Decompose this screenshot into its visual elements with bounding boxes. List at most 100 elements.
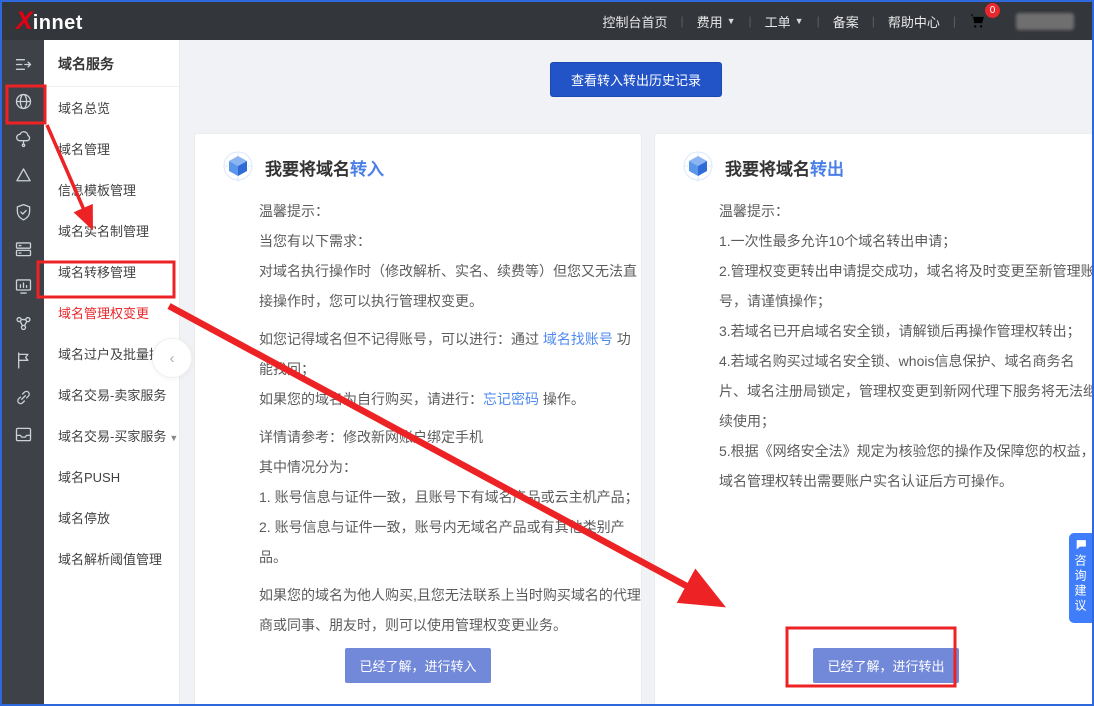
text-segment: 当您有以下需求：	[259, 233, 371, 249]
monitor-stats-icon	[13, 276, 34, 297]
text-line: 域名管理权转出需要账户实名认证后方可操作。	[719, 466, 1092, 496]
text-line: 对域名执行操作时（修改解析、实名、续费等）但您又无法直	[259, 256, 621, 286]
text-segment: 3.若域名已开启域名安全锁，请解锁后再操作管理权转出；	[719, 323, 1081, 339]
text-line: 4.若域名购买过域名安全锁、whois信息保护、域名商务名	[719, 346, 1092, 376]
sidebar-item-域名转移管理[interactable]: 域名转移管理	[44, 251, 179, 292]
text-segment: 其中情况分为：	[259, 459, 357, 475]
sidebar-item-域名管理[interactable]: 域名管理	[44, 128, 179, 169]
consult-suggestion-tab[interactable]: 咨询建议	[1069, 533, 1092, 623]
text-line: 如果您的域名为他人购买,且您无法联系上当时购买域名的代理	[259, 580, 621, 610]
rail-item-cloud-service[interactable]	[11, 163, 35, 187]
flag-marker-icon	[13, 350, 34, 371]
nav-item-2[interactable]: 费用▼	[684, 12, 749, 31]
inline-link-域名找账号[interactable]: 域名找账号	[543, 331, 613, 347]
rail-item-security-shield[interactable]	[11, 200, 35, 224]
text-line: 温馨提示：	[719, 196, 1092, 226]
xinnet-logo[interactable]: Xinnet	[16, 9, 83, 34]
sidebar-item-域名交易-卖家服务[interactable]: 域名交易-卖家服务	[44, 374, 179, 415]
card-footer: 已经了解，进行转入	[195, 648, 641, 704]
cloud-service-icon	[13, 165, 34, 186]
cart-button[interactable]: 0	[956, 11, 1000, 31]
nav-item-4[interactable]: 备案	[820, 12, 872, 31]
cube-3d-icon	[681, 150, 715, 184]
main-content: 查看转入转出历史记录 我要将域名转入温馨提示： 当您有以下需求： 对域名执行操作时（…	[180, 40, 1092, 704]
sidebar-item-域名总览[interactable]: 域名总览	[44, 87, 179, 128]
text-segment: 操作。	[539, 391, 585, 407]
card-footer: 已经了解，进行转出	[655, 648, 1092, 704]
transfer-out-confirm-button[interactable]: 已经了解，进行转出	[813, 648, 958, 683]
transfer-in-confirm-button[interactable]: 已经了解，进行转入	[345, 648, 490, 683]
text-segment: 如果您的域名为他人购买,且您无法联系上当时购买域名的代理	[259, 587, 641, 603]
card-paragraph: 如果您的域名为他人购买,且您无法联系上当时购买域名的代理商或同事、朋友时，则可以…	[259, 580, 621, 640]
sidebar-item-label: 域名实名制管理	[58, 224, 149, 239]
card-transfer-in: 我要将域名转入温馨提示：当您有以下需求：对域名执行操作时（修改解析、实名、续费等…	[194, 133, 642, 704]
rail-item-flag-marker[interactable]	[11, 348, 35, 372]
domain-globe-icon	[13, 91, 34, 112]
text-segment: 功	[613, 331, 631, 347]
text-line: 如果您的域名为自行购买，请进行：忘记密码 操作。	[259, 384, 621, 414]
security-shield-icon	[13, 202, 34, 223]
text-line: 接操作时，您可以执行管理权变更。	[259, 286, 621, 316]
text-line: 续使用；	[719, 406, 1092, 436]
sidebar-item-label: 域名交易-卖家服务	[58, 388, 166, 403]
nav-item-3[interactable]: 工单▼	[752, 12, 817, 31]
rail-item-collapse-sidebar[interactable]	[11, 52, 35, 76]
text-line: 其中情况分为：	[259, 452, 621, 482]
rail-item-app-nodes[interactable]	[11, 311, 35, 335]
rail-item-cloud-host[interactable]	[11, 126, 35, 150]
server-storage-icon	[13, 239, 34, 260]
text-segment: 5.根据《网络安全法》规定为核验您的操作及保障您的权益，	[719, 443, 1092, 459]
sidebar-menu-list: 域名总览域名管理信息模板管理域名实名制管理域名转移管理域名管理权变更域名过户及批…	[44, 87, 179, 579]
text-segment: 2. 账号信息与证件一致，账号内无域名产品或有其他类别产	[259, 519, 625, 535]
card-title-prefix: 我要将域名	[265, 160, 350, 179]
card-title: 我要将域名转入	[265, 155, 384, 180]
text-segment: 号，请谨慎操作；	[719, 293, 831, 309]
nav-item-label: 费用	[697, 12, 723, 31]
nav-item-5[interactable]: 帮助中心	[875, 12, 953, 31]
sidebar-item-域名停放[interactable]: 域名停放	[44, 497, 179, 538]
card-header: 我要将域名转入	[195, 134, 641, 190]
inline-link-忘记密码[interactable]: 忘记密码	[483, 391, 539, 407]
card-paragraph: 如您记得域名但不记得账号，可以进行：通过 域名找账号 功能找回；如果您的域名为自…	[259, 324, 621, 414]
consult-tab-label: 咨询建议	[1072, 554, 1089, 614]
view-transfer-history-button[interactable]: 查看转入转出历史记录	[550, 62, 722, 97]
rail-item-link-chain[interactable]	[11, 385, 35, 409]
sidebar-item-域名交易-买家服务[interactable]: 域名交易-买家服务▼	[44, 415, 179, 456]
rail-item-server-storage[interactable]	[11, 237, 35, 261]
text-segment: 域名管理权转出需要账户实名认证后方可操作。	[719, 473, 1013, 489]
text-line: 3.若域名已开启域名安全锁，请解锁后再操作管理权转出；	[719, 316, 1092, 346]
transfer-cards-row: 我要将域名转入温馨提示： 当您有以下需求： 对域名执行操作时（修改解析、实名、续费等…	[180, 133, 1092, 704]
sidebar-item-域名PUSH[interactable]: 域名PUSH	[44, 456, 179, 497]
collapse-sidebar-icon	[13, 54, 34, 75]
rail-item-monitor-stats[interactable]	[11, 274, 35, 298]
chevron-left-icon: ‹	[170, 350, 175, 367]
nav-item-1[interactable]: 控制台首页	[589, 12, 680, 31]
user-account-blurred[interactable]	[1016, 13, 1074, 30]
sidebar-item-域名解析阈值管理[interactable]: 域名解析阈值管理	[44, 538, 179, 579]
text-line: 5.根据《网络安全法》规定为核验您的操作及保障您的权益，	[719, 436, 1092, 466]
text-segment: 商或同事、朋友时，则可以使用管理权变更业务。	[259, 617, 567, 633]
text-line: 1. 账号信息与证件一致，且账号下有域名产品或云主机产品；	[259, 482, 621, 512]
rail-item-message-inbox[interactable]	[11, 422, 35, 446]
sidebar-item-label: 域名PUSH	[58, 470, 120, 485]
text-line: 2.管理权变更转出申请提交成功，域名将及时变更至新管理账	[719, 256, 1092, 286]
card-title: 我要将域名转出	[725, 155, 844, 180]
nav-item-label: 帮助中心	[888, 12, 940, 31]
sidebar-item-信息模板管理[interactable]: 信息模板管理	[44, 169, 179, 210]
nav-item-label: 工单	[765, 12, 791, 31]
xinnet-console-window: Xinnet 控制台首页|费用▼|工单▼|备案|帮助中心|0 域名服务 域名总览…	[0, 0, 1094, 706]
sidebar-item-label: 域名管理	[58, 142, 110, 157]
logo-text: innet	[33, 13, 83, 33]
sidebar-item-域名实名制管理[interactable]: 域名实名制管理	[44, 210, 179, 251]
sidebar-item-label: 域名总览	[58, 101, 110, 116]
text-line: 1.一次性最多允许10个域名转出申请；	[719, 226, 1092, 256]
text-segment: 片、域名注册局锁定，管理权变更到新网代理下服务将无法继	[719, 383, 1092, 399]
rail-item-domain-globe[interactable]	[11, 89, 35, 113]
sidebar-collapse-handle[interactable]: ‹	[152, 338, 192, 378]
sidebar-item-域名管理权变更[interactable]: 域名管理权变更	[44, 292, 179, 333]
chevron-down-icon: ▼	[169, 433, 178, 443]
text-line: 片、域名注册局锁定，管理权变更到新网代理下服务将无法继	[719, 376, 1092, 406]
card-transfer-out: 我要将域名转出温馨提示：1.一次性最多允许10个域名转出申请；2.管理权变更转出…	[654, 133, 1092, 704]
card-title-prefix: 我要将域名	[725, 160, 810, 179]
sidebar-item-label: 域名转移管理	[58, 265, 136, 280]
